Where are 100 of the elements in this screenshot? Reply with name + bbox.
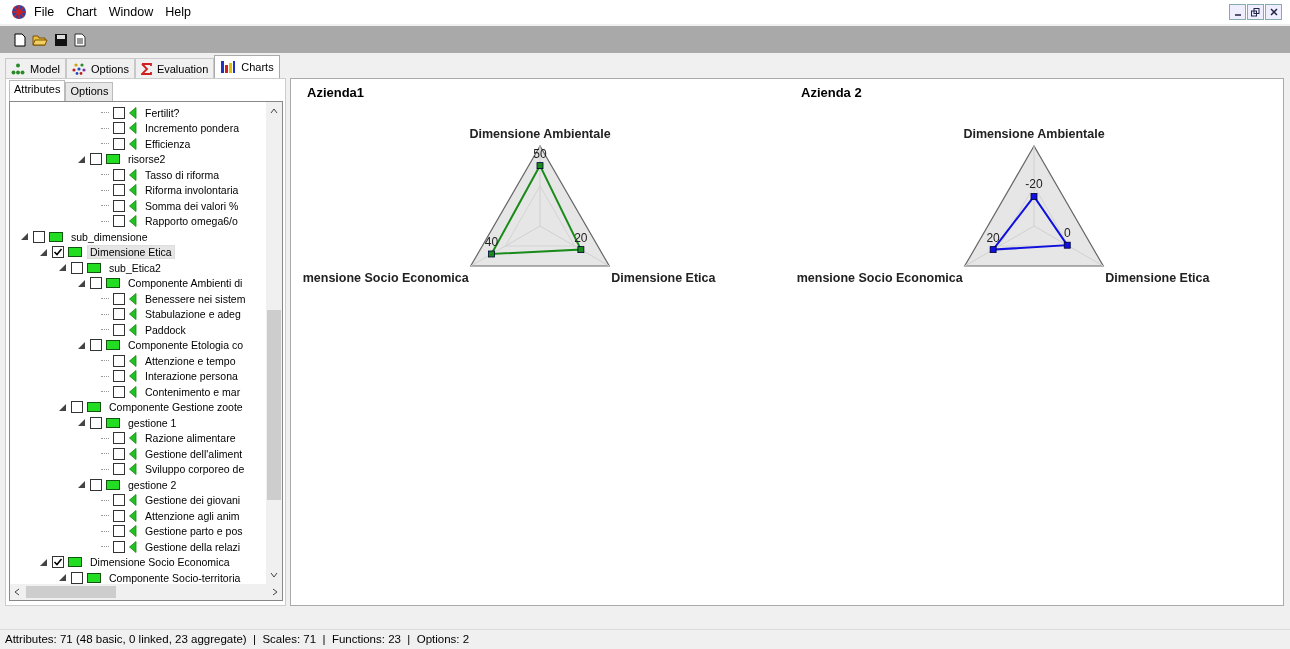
expand-arrow-icon[interactable] [20,232,29,242]
tab[interactable]: Charts [214,55,280,78]
tree-item[interactable]: Sviluppo corporeo de [143,463,247,476]
tree-item[interactable]: Attenzione e tempo [143,354,238,367]
checkbox[interactable] [113,463,125,476]
menu-item[interactable]: Chart [60,3,103,21]
checkbox[interactable] [33,230,45,243]
checkbox[interactable] [113,432,125,445]
checkbox[interactable] [113,199,125,212]
checkbox[interactable] [90,416,102,429]
minimize-icon[interactable] [1229,4,1246,20]
tree-item[interactable]: Componente Etologia co [126,339,245,352]
tree-item[interactable]: Benessere nei sistem [143,292,248,305]
checkbox[interactable] [113,168,125,181]
checkbox[interactable] [71,261,83,274]
tree-item[interactable]: Contenimento e mar [143,385,243,398]
expand-arrow-icon[interactable] [77,278,86,288]
expand-arrow-icon[interactable] [58,263,67,273]
checkbox[interactable] [113,106,125,119]
tree-item[interactable]: Componente Gestione zoote [107,401,245,414]
tree-item[interactable]: Somma dei valori % [143,199,241,212]
tree-item[interactable]: gestione 2 [126,478,179,491]
horizontal-scrollbar[interactable] [10,584,282,600]
tree-item[interactable]: Riforma involontaria [143,184,241,197]
tree-item[interactable]: gestione 1 [126,416,179,429]
tree-item[interactable]: Gestione della relazi [143,540,243,553]
checkbox[interactable] [113,494,125,507]
expand-arrow-icon[interactable] [58,402,67,412]
tree-item[interactable]: Dimensione Socio Economica [88,556,232,569]
triangle-icon [129,509,137,522]
close-icon[interactable] [1265,4,1282,20]
tree-item[interactable]: Dimensione Etica [88,246,174,259]
checkbox[interactable] [90,478,102,491]
tree-item[interactable]: sub_Etica2 [107,261,163,274]
checkbox[interactable] [113,354,125,367]
expand-arrow-icon[interactable] [77,418,86,428]
checkbox[interactable] [113,385,125,398]
tree-item[interactable]: sub_dimensione [69,230,150,243]
checkbox[interactable] [113,525,125,538]
menu-item[interactable]: Window [102,3,160,21]
folder-icon[interactable] [32,32,48,47]
restore-icon[interactable] [1247,4,1264,20]
menu-item[interactable]: Help [159,3,197,21]
checkbox[interactable] [113,122,125,135]
tree-item[interactable]: Rapporto omega6/o [143,215,240,228]
document-icon[interactable] [74,32,86,47]
vertical-scrollbar[interactable] [266,102,282,584]
checkbox[interactable] [71,401,83,414]
tree-item[interactable]: Fertilit? [143,106,182,119]
checkbox[interactable] [113,370,125,383]
checkbox[interactable] [113,540,125,553]
checkbox[interactable] [113,292,125,305]
tree-item[interactable]: Componente Socio-territoria [107,571,243,584]
tree-item[interactable]: Interazione persona [143,370,240,383]
checkbox[interactable] [113,184,125,197]
new-file-icon[interactable] [14,32,26,47]
scroll-down-icon[interactable] [270,572,278,578]
checkbox[interactable] [113,323,125,336]
expand-arrow-icon[interactable] [77,154,86,164]
tree-item[interactable]: Tasso di riforma [143,168,222,181]
tree-item[interactable]: Gestione dei giovani [143,494,243,507]
checkbox[interactable] [113,509,125,522]
checkbox[interactable] [113,137,125,150]
tab[interactable]: Evaluation [134,58,215,78]
tree-item[interactable]: Gestione parto e pos [143,525,245,538]
expand-arrow-icon[interactable] [39,557,48,567]
tree-item[interactable]: Efficienza [143,137,193,150]
checkbox[interactable] [113,447,125,460]
status-text: Attributes: 71 (48 basic, 0 linked, 23 aggregate) | Scales: 71 | Functions: 23 | Options: 2 [5,632,470,645]
expand-arrow-icon[interactable] [77,340,86,350]
checkbox[interactable] [90,153,102,166]
expand-arrow-icon[interactable] [39,247,48,257]
checkbox[interactable] [52,246,64,259]
tree-item[interactable]: Razione alimentare [143,432,238,445]
scroll-left-icon[interactable] [14,588,20,596]
checkbox[interactable] [90,277,102,290]
tab[interactable]: Options [65,82,114,101]
checkbox[interactable] [113,308,125,321]
expand-arrow-icon[interactable] [77,480,86,490]
tree-item[interactable]: Incremento pondera [143,122,241,135]
checkbox[interactable] [71,571,83,584]
tab[interactable]: Attributes [9,80,66,101]
scroll-up-icon[interactable] [270,108,278,114]
checkbox[interactable] [113,215,125,228]
tree-item[interactable]: risorse2 [126,153,168,166]
tree-item[interactable]: Attenzione agli anim [143,509,242,522]
tree-item[interactable]: Gestione dell'aliment [143,447,245,460]
tree-item[interactable]: Paddock [143,323,188,336]
checkbox[interactable] [52,556,64,569]
tree-item[interactable]: Componente Ambienti di [126,277,245,290]
scroll-right-icon[interactable] [272,588,278,596]
data-point [989,246,997,253]
data-point [488,250,495,258]
expand-arrow-icon[interactable] [58,573,67,583]
save-icon[interactable] [54,32,68,47]
menu-item[interactable]: File [28,3,61,21]
checkbox[interactable] [90,339,102,352]
tab[interactable]: Options [65,58,135,78]
tree-item[interactable]: Stabulazione e adeg [143,308,243,321]
tab[interactable]: Model [5,58,66,78]
